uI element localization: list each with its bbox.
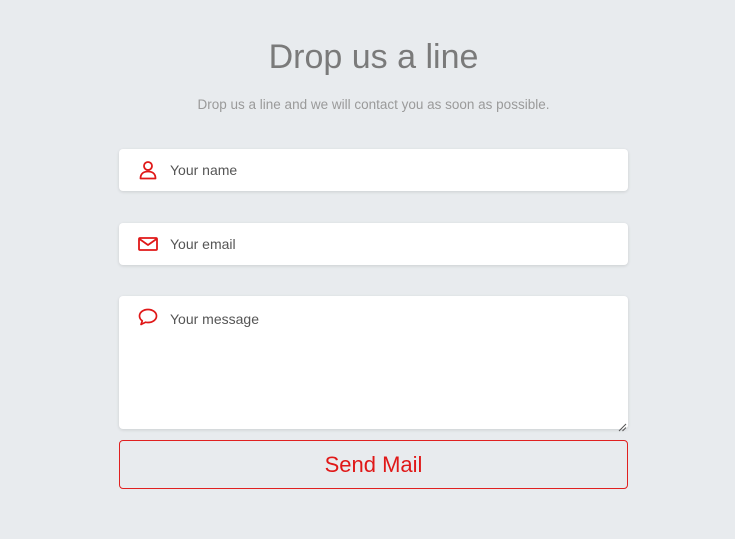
message-textarea[interactable] — [170, 310, 620, 422]
send-mail-button[interactable]: Send Mail — [119, 440, 628, 489]
email-input[interactable] — [170, 223, 610, 265]
message-field[interactable] — [119, 296, 628, 432]
name-input[interactable] — [170, 149, 610, 191]
page-title: Drop us a line — [268, 38, 479, 76]
name-field[interactable] — [119, 149, 628, 191]
speech-bubble-icon — [138, 307, 158, 327]
resize-handle-icon[interactable] — [618, 419, 627, 432]
envelope-icon — [138, 234, 158, 254]
user-icon — [138, 160, 158, 180]
page-subtitle: Drop us a line and we will contact you a… — [197, 97, 550, 112]
email-field[interactable] — [119, 223, 628, 265]
